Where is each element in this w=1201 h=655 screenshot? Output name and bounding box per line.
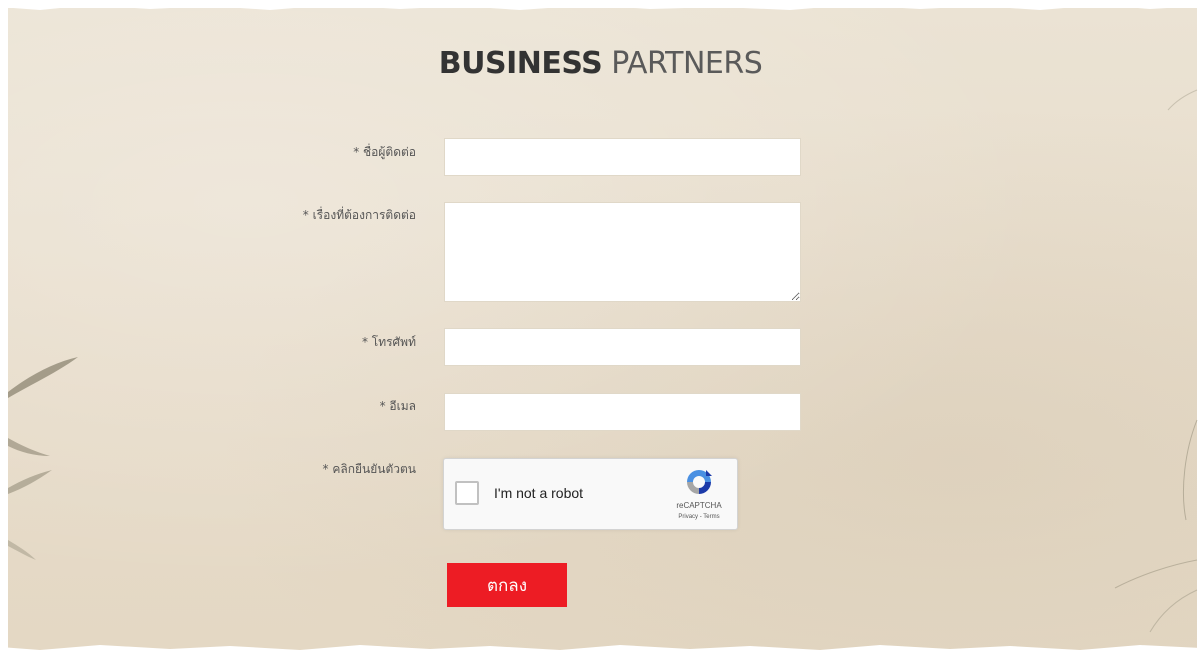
phone-input[interactable] (444, 328, 801, 366)
phone-label: * โทรศัพท์ (361, 335, 416, 349)
captcha-privacy-link[interactable]: Privacy (678, 514, 698, 520)
title-strong: BUSINESS (438, 46, 603, 81)
submit-button[interactable]: ตกลง (447, 563, 567, 607)
captcha-label: * คลิกยืนยันตัวตน (322, 462, 416, 476)
captcha-text: I'm not a robot (494, 485, 584, 501)
torn-edge-bottom (0, 645, 1201, 655)
page-title: BUSINESS PARTNERS (0, 44, 1201, 84)
page: BUSINESS PARTNERS * ชื่อผู้ติดต่อ * เรื่… (0, 0, 1201, 655)
subject-textarea[interactable] (444, 202, 801, 302)
captcha-brand: reCAPTCHA (676, 501, 722, 510)
email-label: * อีเมล (379, 399, 416, 413)
contact-name-label: * ชื่อผู้ติดต่อ (353, 145, 416, 159)
title-light: PARTNERS (611, 46, 763, 81)
captcha-links: Privacy - Terms (664, 513, 734, 521)
torn-edge-top (0, 0, 1201, 10)
recaptcha-widget: I'm not a robot reCAPTCHA Privacy - Term… (443, 458, 738, 530)
captcha-terms-link[interactable]: Terms (703, 514, 719, 520)
subject-label: * เรื่องที่ต้องการติดต่อ (302, 208, 416, 222)
email-input[interactable] (444, 393, 801, 431)
captcha-checkbox[interactable] (455, 481, 479, 505)
recaptcha-logo-icon (687, 470, 712, 494)
contact-name-input[interactable] (444, 138, 801, 176)
